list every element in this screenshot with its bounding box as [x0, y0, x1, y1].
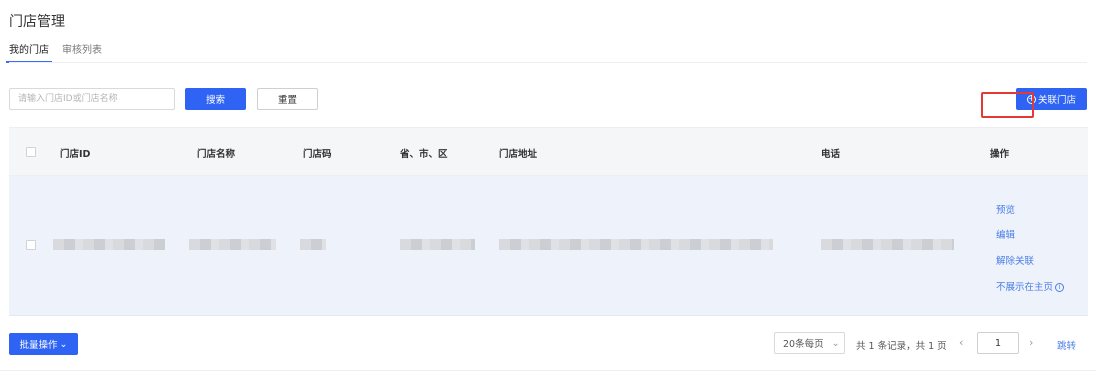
store-code-redacted — [300, 239, 326, 250]
batch-operation-label: 批量操作 — [19, 340, 58, 351]
phone-redacted — [821, 239, 954, 250]
search-input[interactable] — [9, 88, 175, 110]
chevron-down-icon: ⌄ — [831, 337, 840, 349]
tab-bar: 我的门店 审核列表 — [6, 41, 102, 63]
column-header-phone: 电话 — [821, 149, 841, 160]
edit-highlight-box — [981, 92, 1034, 118]
pagination-summary: 共 1 条记录，共 1 页 — [856, 341, 947, 352]
prev-page-icon[interactable]: ‹ — [959, 336, 963, 349]
column-header-store-id: 门店ID — [60, 149, 91, 160]
column-header-store-name: 门店名称 — [197, 149, 236, 160]
table-header: 门店ID 门店名称 门店码 省、市、区 门店地址 电话 操作 — [9, 127, 1088, 176]
row-checkbox[interactable] — [26, 240, 36, 250]
column-header-region: 省、市、区 — [400, 149, 448, 160]
chevron-down-icon: ⌄ — [59, 338, 68, 350]
column-header-address: 门店地址 — [499, 149, 538, 160]
store-name-redacted — [189, 239, 276, 250]
store-id-redacted — [53, 239, 165, 250]
store-table: 门店ID 门店名称 门店码 省、市、区 门店地址 电话 操作 预览 编辑 解除关… — [9, 127, 1088, 316]
tab-my-stores[interactable]: 我的门店 — [6, 41, 52, 63]
region-redacted — [400, 239, 475, 250]
preview-link[interactable]: 预览 — [996, 202, 1015, 216]
info-icon[interactable]: i — [1055, 283, 1065, 292]
batch-operation-button[interactable]: 批量操作 ⌄ — [9, 333, 78, 355]
hide-from-home-link[interactable]: 不展示在主页 i — [996, 279, 1065, 293]
reset-button[interactable]: 重置 — [257, 88, 318, 110]
unlink-link[interactable]: 解除关联 — [996, 253, 1034, 267]
select-all-checkbox[interactable] — [26, 147, 36, 157]
table-row: 预览 编辑 解除关联 不展示在主页 i — [9, 176, 1088, 316]
hide-from-home-label: 不展示在主页 — [996, 282, 1054, 293]
column-header-store-code: 门店码 — [303, 149, 332, 160]
page-size-select[interactable]: 20条每页 ⌄ — [774, 332, 845, 354]
next-page-icon[interactable]: › — [1029, 336, 1033, 349]
jump-button[interactable]: 跳转 — [1057, 338, 1076, 352]
edit-link[interactable]: 编辑 — [996, 227, 1015, 241]
link-store-label: 关联门店 — [1037, 95, 1076, 106]
column-header-actions: 操作 — [990, 149, 1010, 160]
page-title: 门店管理 — [9, 14, 65, 30]
page-number-input[interactable] — [977, 332, 1019, 354]
tabs-divider — [9, 62, 1087, 63]
address-redacted — [499, 239, 773, 250]
search-button[interactable]: 搜索 — [185, 88, 246, 110]
page-size-value: 20条每页 — [783, 339, 824, 350]
tab-review-list[interactable]: 审核列表 — [62, 41, 102, 63]
